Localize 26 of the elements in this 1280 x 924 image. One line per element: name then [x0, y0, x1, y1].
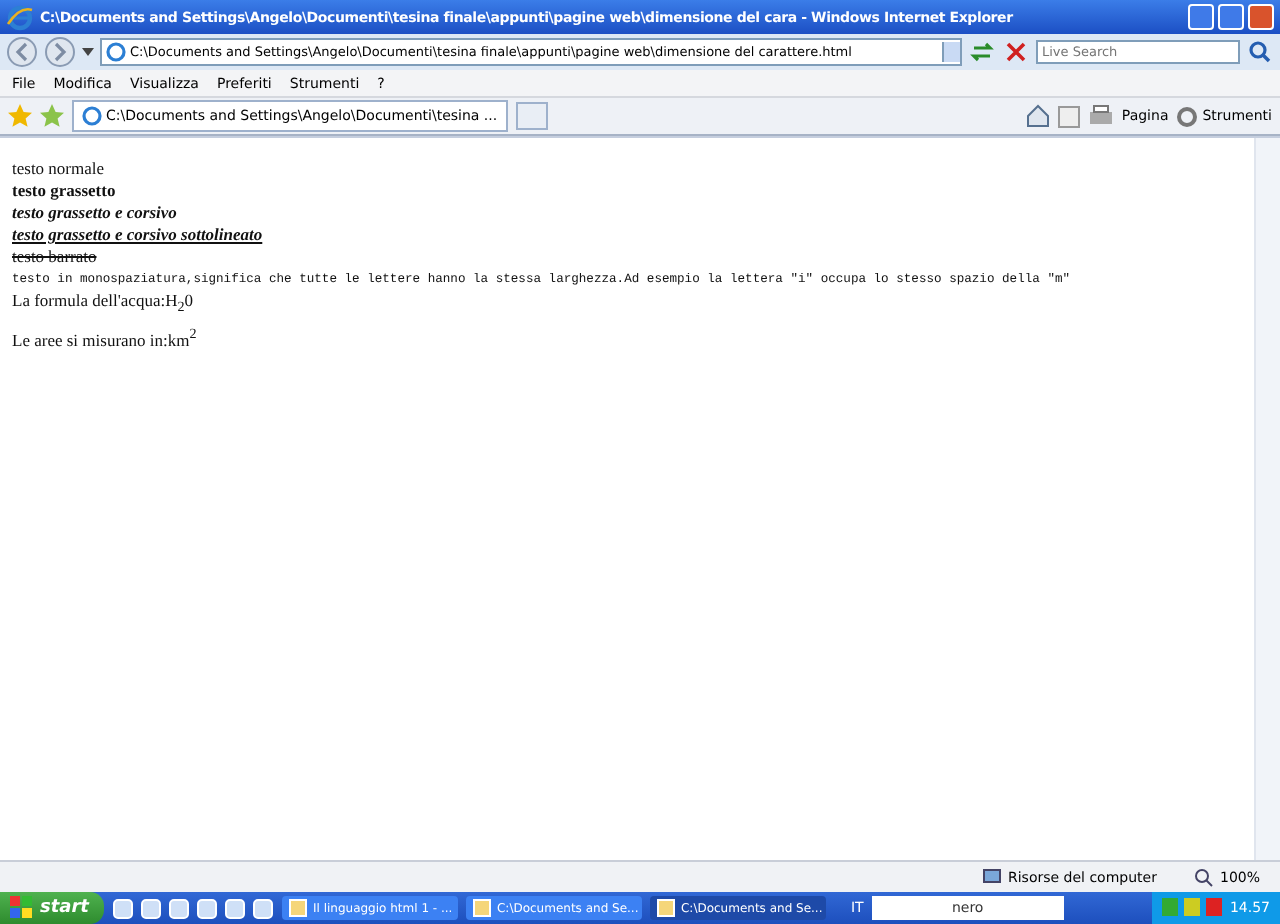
star-icon[interactable] [8, 104, 32, 128]
window-icon [472, 898, 493, 918]
text-line: Le aree si misurano in:km$^{2}$ [12, 323, 199, 352]
text-line: La formula dell'acqua:H$_{2}$0 [12, 290, 196, 320]
home-icon[interactable] [1025, 104, 1050, 128]
text-line: testo grassetto e corsivo [12, 202, 179, 224]
text-line: testo normale [12, 158, 107, 180]
windows-flag-icon [10, 896, 34, 920]
close-button[interactable] [1248, 4, 1274, 30]
window-icon [656, 898, 677, 918]
magnifier-icon [1193, 867, 1214, 887]
window-icon [288, 898, 309, 918]
text-line: testo grassetto [12, 180, 118, 202]
printer-icon[interactable] [1087, 104, 1114, 128]
minimize-button[interactable] [1188, 4, 1214, 30]
text-line: testo grassetto e corsivo sottolineato [12, 224, 265, 246]
stop-icon[interactable] [1002, 38, 1030, 66]
refresh-icon[interactable] [968, 38, 996, 66]
back-button-icon[interactable] [6, 36, 38, 68]
search-icon[interactable] [1246, 38, 1274, 66]
computer-icon [981, 867, 1002, 887]
tray-icons-drawing [1161, 898, 1222, 918]
text-line: testo barrato [12, 246, 99, 268]
caret-icon[interactable] [82, 48, 94, 56]
maximize-button[interactable] [1218, 4, 1244, 30]
scrollbar[interactable] [1254, 138, 1280, 860]
